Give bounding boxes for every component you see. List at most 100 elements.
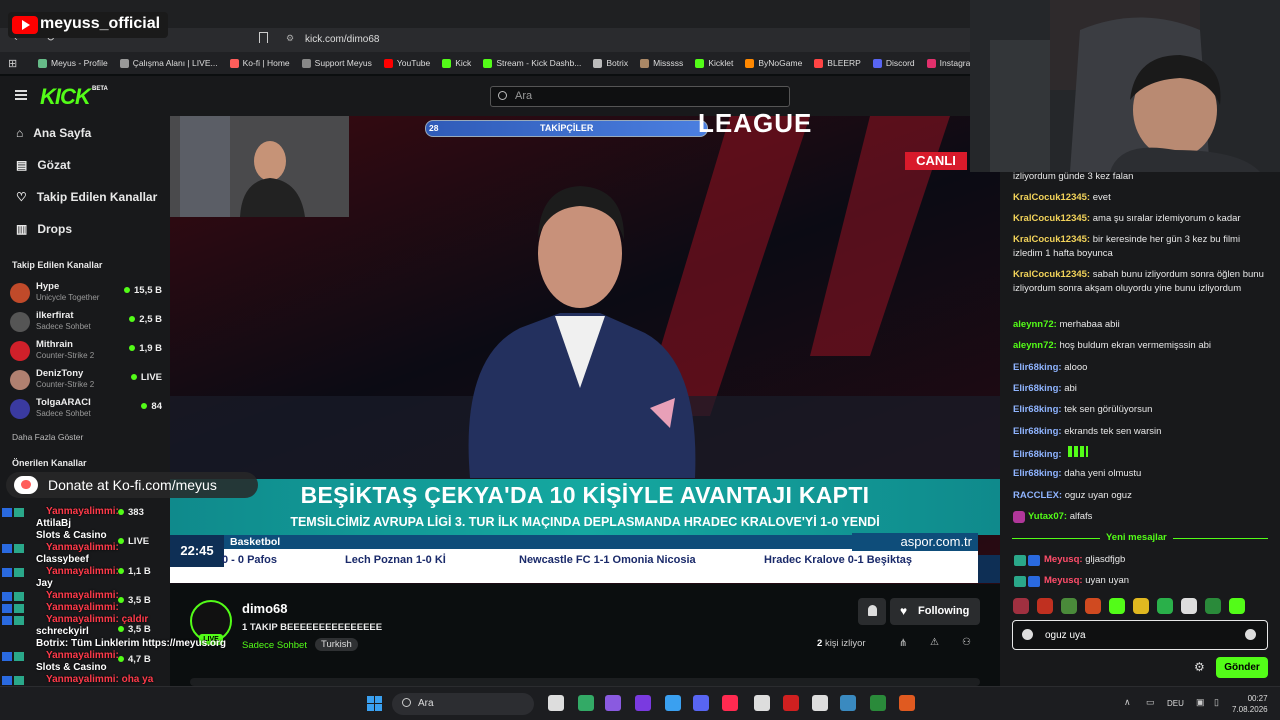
- search-input[interactable]: Ara: [490, 86, 790, 107]
- taskbar-app-icon[interactable]: [840, 695, 856, 711]
- chat-username[interactable]: KralCocuk12345:: [1013, 192, 1090, 203]
- overlay-chat-line: Slots & Casino: [36, 662, 107, 673]
- taskbar-search[interactable]: Ara: [392, 693, 534, 715]
- tray-chevron-icon[interactable]: ∧: [1124, 697, 1131, 708]
- url-text[interactable]: kick.com/dimo68: [305, 34, 379, 45]
- followed-channel-item[interactable]: Mithrain Counter-Strike 2 1,9 B: [10, 337, 162, 365]
- taskbar-app-icon[interactable]: [635, 695, 651, 711]
- chat-text: daha yeni olmustu: [1064, 468, 1142, 479]
- chat-username[interactable]: Meyusq:: [1044, 554, 1083, 565]
- emote-icon[interactable]: [1085, 598, 1101, 614]
- chat-username[interactable]: Yutax07:: [1028, 511, 1067, 522]
- battery-icon[interactable]: ▯: [1214, 697, 1219, 708]
- chat-username[interactable]: KralCocuk12345:: [1013, 213, 1090, 224]
- channel-name[interactable]: dimo68: [242, 601, 288, 616]
- followed-channel-item[interactable]: DenizTony Counter-Strike 2 LIVE: [10, 366, 162, 394]
- followed-channel-item[interactable]: ilkerfirat Sadece Sohbet 2,5 B: [10, 308, 162, 336]
- taskbar-app-icon[interactable]: [899, 695, 915, 711]
- chat-username[interactable]: Elir68king:: [1013, 404, 1062, 415]
- bookmark-item[interactable]: YouTube: [383, 58, 430, 68]
- bookmark-favicon-icon: [38, 58, 47, 68]
- chat-username[interactable]: RACCLEX:: [1013, 490, 1062, 501]
- taskbar-app-icon[interactable]: [578, 695, 594, 711]
- taskbar-app-icon[interactable]: [812, 695, 828, 711]
- taskbar-app-icon[interactable]: [605, 695, 621, 711]
- menu-icon[interactable]: [15, 90, 27, 100]
- chat-username[interactable]: KralCocuk12345:: [1013, 234, 1090, 245]
- followed-channel-item[interactable]: TolgaARACI Sadece Sohbet 84: [10, 395, 162, 423]
- taskbar-app-icon[interactable]: [783, 695, 799, 711]
- chat-username[interactable]: Elir68king:: [1013, 426, 1062, 437]
- emote-icon[interactable]: [1013, 598, 1029, 614]
- emoji-icon[interactable]: [1245, 629, 1256, 640]
- send-button[interactable]: Gönder: [1216, 657, 1268, 678]
- taskbar-app-icon[interactable]: [870, 695, 886, 711]
- volume-icon[interactable]: ▣: [1196, 697, 1205, 708]
- bookmark-item[interactable]: ByNoGame: [745, 58, 802, 68]
- nav-drops[interactable]: ▥ Drops: [16, 222, 72, 236]
- recommended-viewer-count: 3,5 B: [118, 595, 151, 606]
- chat-username[interactable]: KralCocuk12345:: [1013, 269, 1090, 280]
- kick-logo[interactable]: KICK: [40, 84, 91, 110]
- taskbar-clock[interactable]: 00:27 7.08.2026: [1232, 693, 1268, 715]
- chat-username[interactable]: Elir68king:: [1013, 362, 1062, 373]
- apps-grid-icon[interactable]: ⊞: [8, 57, 17, 70]
- bookmark-item[interactable]: Misssss: [640, 58, 683, 68]
- stream-category[interactable]: Sadece Sohbet: [242, 640, 307, 651]
- bookmark-item[interactable]: Kick: [442, 58, 471, 68]
- chat-input[interactable]: oguz uya: [1012, 620, 1268, 650]
- network-icon[interactable]: ▭: [1146, 697, 1155, 708]
- report-icon[interactable]: ⚠: [930, 637, 939, 648]
- user-icon[interactable]: ⚇: [962, 637, 971, 648]
- emote-icon[interactable]: [1109, 598, 1125, 614]
- streamer-webcam: [970, 0, 1280, 172]
- taskbar-app-icon[interactable]: [548, 695, 564, 711]
- chat-username[interactable]: Elir68king:: [1013, 449, 1062, 460]
- bookmark-favicon-icon: [926, 58, 936, 68]
- emote-icon[interactable]: [1205, 598, 1221, 614]
- taskbar-app-icon[interactable]: [722, 695, 738, 711]
- beta-badge: BETA: [92, 86, 108, 92]
- chat-username[interactable]: Meyusq:: [1044, 575, 1083, 586]
- share-icon[interactable]: ⋔: [899, 638, 907, 649]
- viewer-count: 2 kişi izliyor: [817, 638, 866, 649]
- emote-icon[interactable]: [1229, 598, 1245, 614]
- bookmark-item[interactable]: Çalışma Alanı | LIVE...: [119, 58, 218, 68]
- emote-icon[interactable]: [1181, 598, 1197, 614]
- chat-username[interactable]: Elir68king:: [1013, 383, 1062, 394]
- chat-username[interactable]: aleynn72:: [1013, 340, 1057, 351]
- emote-icon[interactable]: [1133, 598, 1149, 614]
- emote-icon[interactable]: [1037, 598, 1053, 614]
- nav-browse[interactable]: ▤ Gözat: [16, 158, 71, 172]
- emote-icon[interactable]: [1157, 598, 1173, 614]
- gear-icon[interactable]: ⚙: [1194, 660, 1205, 674]
- stream-language-tag[interactable]: Turkish: [315, 638, 358, 651]
- taskbar-app-icon[interactable]: [754, 695, 770, 711]
- bookmark-item[interactable]: Discord: [872, 58, 915, 68]
- bookmark-item[interactable]: Instagram: [926, 58, 970, 68]
- emote-icon[interactable]: [1061, 598, 1077, 614]
- site-info-icon[interactable]: ⚙: [286, 33, 294, 44]
- bookmark-item[interactable]: Stream - Kick Dashb...: [483, 58, 581, 68]
- chat-username[interactable]: aleynn72:: [1013, 319, 1057, 330]
- nav-home[interactable]: ⌂ Ana Sayfa: [16, 126, 91, 140]
- bookmark-icon[interactable]: [259, 32, 268, 43]
- taskbar-app-icon[interactable]: [665, 695, 681, 711]
- subscriber-badge-icon: [1014, 555, 1026, 566]
- bookmark-item[interactable]: Support Meyus: [301, 58, 372, 68]
- follower-count: 28: [429, 123, 439, 133]
- language-indicator[interactable]: DEU: [1167, 699, 1184, 708]
- taskbar-app-icon[interactable]: [693, 695, 709, 711]
- show-more-link[interactable]: Daha Fazla Göster: [12, 432, 83, 442]
- bookmark-item[interactable]: Kicklet: [695, 58, 733, 68]
- nav-following[interactable]: ♡ Takip Edilen Kanallar: [16, 190, 157, 204]
- chat-username[interactable]: Elir68king:: [1013, 468, 1062, 479]
- bookmark-item[interactable]: Ko-fi | Home: [229, 58, 290, 68]
- bookmark-label: Ko-fi | Home: [242, 58, 290, 68]
- notification-button[interactable]: [858, 598, 886, 625]
- followed-channel-item[interactable]: Hype Unicycle Together 15,5 B: [10, 279, 162, 307]
- bookmark-item[interactable]: Meyus - Profile: [38, 58, 108, 68]
- bookmark-item[interactable]: BLEERP: [814, 58, 861, 68]
- bookmark-item[interactable]: Botrix: [593, 58, 628, 68]
- windows-start-icon[interactable]: [367, 696, 382, 711]
